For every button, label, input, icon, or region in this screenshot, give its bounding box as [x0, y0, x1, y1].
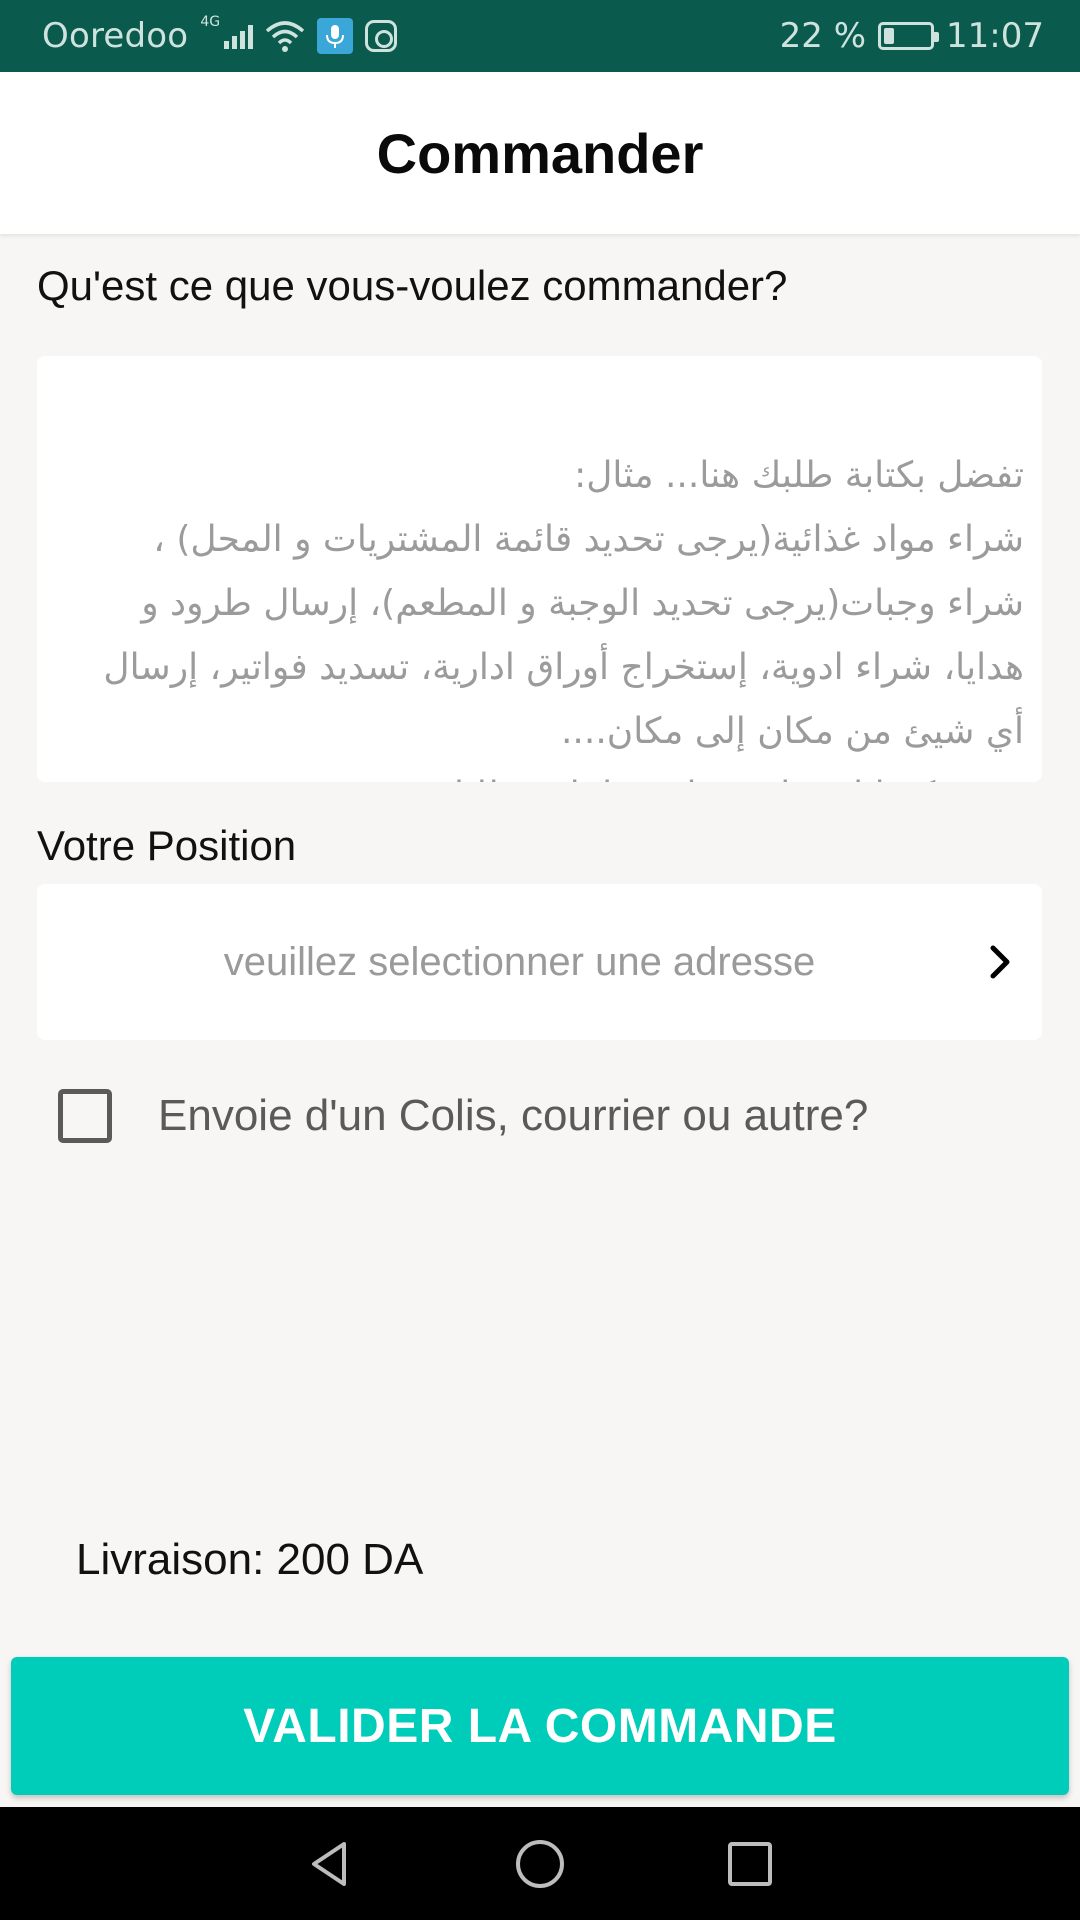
status-left: Ooredoo 4G: [42, 14, 398, 56]
voice-recorder-icon: [317, 18, 354, 54]
status-bar: Ooredoo 4G 22 % 11:07: [0, 0, 1080, 72]
order-label: Qu'est ce que vous-voulez commander?: [37, 262, 788, 309]
instagram-icon: [365, 20, 398, 52]
delivery-fee: Livraison: 200 DA: [76, 1535, 424, 1584]
order-textarea[interactable]: تفضل بكتابة طلبك هنا... مثال: شراء مواد …: [37, 356, 1042, 782]
parcel-checkbox-label[interactable]: Envoie d'un Colis, courrier ou autre?: [158, 1091, 868, 1141]
submit-order-button[interactable]: VALIDER LA COMMANDE: [11, 1657, 1069, 1795]
battery-percent: 22 %: [779, 16, 867, 56]
carrier-name: Ooredoo: [42, 16, 189, 56]
chevron-right-icon: [990, 945, 1010, 979]
battery-level-fill: [884, 28, 894, 44]
recents-icon: [728, 1841, 772, 1886]
page-title: Commander: [376, 121, 704, 185]
home-button[interactable]: [510, 1834, 570, 1894]
app-bar: Commander: [0, 72, 1080, 234]
recents-button[interactable]: [720, 1834, 780, 1894]
battery-icon: [878, 22, 940, 50]
parcel-checkbox-row[interactable]: Envoie d'un Colis, courrier ou autre?: [58, 1086, 868, 1146]
wifi-icon: [265, 21, 305, 52]
address-placeholder: veuillez selectionner une adresse: [223, 939, 816, 984]
signal-icon: [224, 23, 254, 49]
home-icon: [516, 1839, 564, 1888]
back-icon: [312, 1841, 346, 1886]
parcel-checkbox[interactable]: [58, 1089, 112, 1143]
status-right: 22 % 11:07: [780, 16, 1044, 56]
position-label: Votre Position: [37, 822, 297, 869]
system-nav-bar: [0, 1807, 1080, 1920]
clock: 11:07: [946, 16, 1044, 56]
back-button[interactable]: [300, 1834, 360, 1894]
network-type: 4G: [200, 14, 221, 30]
address-selector[interactable]: veuillez selectionner une adresse: [37, 884, 1042, 1040]
order-placeholder: تفضل بكتابة طلبك هنا... مثال: شراء مواد …: [103, 455, 1024, 782]
